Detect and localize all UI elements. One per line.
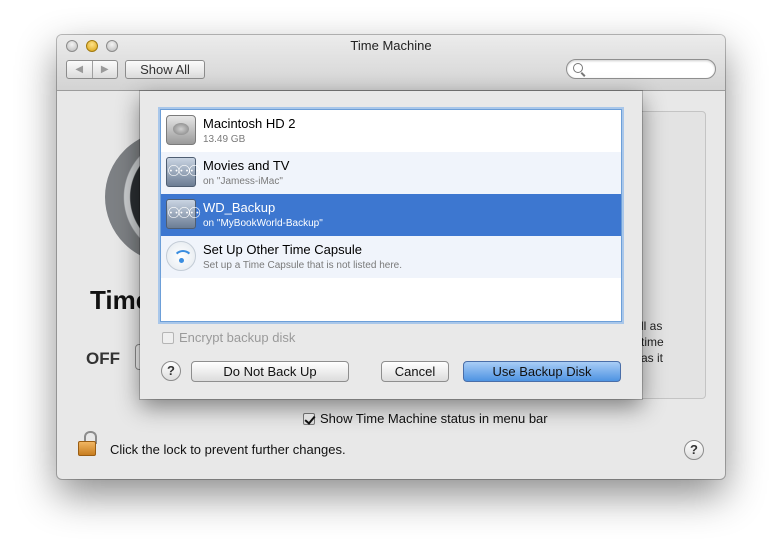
title-bar: Time Machine ◀ ▶ Show All [57,35,725,91]
window-title: Time Machine [350,38,432,53]
description-text: ll as time as it [641,319,664,365]
shared-volume-icon: ⚇⚇⚇ [166,199,201,229]
disk-name: Set Up Other Time Capsule [203,242,362,257]
backup-disk-list[interactable]: Macintosh HD 2 13.49 GB ⚇⚇⚇ Movies and T… [160,109,622,322]
show-all-button[interactable]: Show All [125,60,205,79]
select-disk-sheet: Macintosh HD 2 13.49 GB ⚇⚇⚇ Movies and T… [140,91,642,399]
help-button[interactable]: ? [684,440,704,460]
disk-row-wd-backup[interactable]: ⚇⚇⚇ WD_Backup on "MyBookWorld-Backup" [161,194,621,236]
hard-disk-icon [166,115,196,145]
cancel-button[interactable]: Cancel [381,361,449,382]
lock-icon[interactable] [78,431,97,457]
disk-row-movies-and-tv[interactable]: ⚇⚇⚇ Movies and TV on "Jamess-iMac" [161,152,621,194]
sheet-help-button[interactable]: ? [161,361,181,381]
encrypt-checkbox[interactable] [162,331,174,344]
disk-name: Macintosh HD 2 [203,116,296,131]
encrypt-label: Encrypt backup disk [179,330,296,345]
disk-row-macintosh-hd-2[interactable]: Macintosh HD 2 13.49 GB [161,110,621,152]
disk-name: Movies and TV [203,158,290,173]
off-label: OFF [86,349,120,368]
disk-detail: on "Jamess-iMac" [203,176,283,187]
encrypt-option[interactable]: Encrypt backup disk [162,330,295,345]
search-icon [573,63,583,73]
do-not-back-up-button[interactable]: Do Not Back Up [191,361,349,382]
disk-detail: Set up a Time Capsule that is not listed… [203,260,402,271]
wifi-time-capsule-icon [166,241,196,271]
disk-detail: 13.49 GB [203,134,246,145]
forward-arrow-icon[interactable]: ▶ [93,61,118,78]
use-backup-disk-button[interactable]: Use Backup Disk [463,361,621,382]
disk-detail: on "MyBookWorld-Backup" [203,218,323,229]
search-field[interactable] [566,59,716,79]
back-arrow-icon[interactable]: ◀ [67,61,93,78]
shared-volume-icon: ⚇⚇⚇ [166,157,201,187]
show-status-label: Show Time Machine status in menu bar [320,411,548,426]
show-status-checkbox[interactable] [303,412,315,425]
disk-row-set-up-time-capsule[interactable]: Set Up Other Time Capsule Set up a Time … [161,236,621,278]
back-forward-control[interactable]: ◀ ▶ [66,60,118,79]
lock-label: Click the lock to prevent further change… [110,442,346,457]
disk-name: WD_Backup [203,200,276,215]
show-status-option[interactable]: Show Time Machine status in menu bar [303,411,548,426]
